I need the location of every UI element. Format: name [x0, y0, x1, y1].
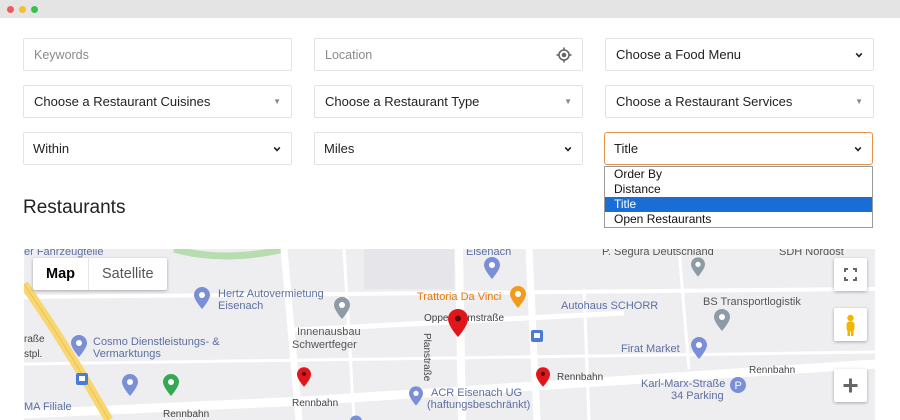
units-value: Miles	[324, 141, 355, 156]
street-label: Rennbahn	[749, 365, 796, 376]
map-label: MA Filiale	[24, 401, 72, 413]
map-label: BS Transportlogistik	[703, 296, 801, 308]
fullscreen-button[interactable]	[834, 258, 867, 291]
street-label: stpl.	[24, 349, 43, 360]
car-pin-icon[interactable]	[194, 287, 210, 309]
zoom-in-button[interactable]	[834, 369, 867, 402]
food-menu-select[interactable]: Choose a Food Menu	[605, 38, 874, 71]
order-option-selected[interactable]: Title	[605, 197, 872, 212]
chevron-down-icon	[855, 52, 863, 58]
restaurant-type-select[interactable]: Choose a Restaurant Type ▼	[314, 85, 583, 118]
place-pin-icon[interactable]	[349, 414, 363, 420]
place-pin-icon[interactable]	[334, 297, 350, 319]
crosshair-icon[interactable]	[556, 47, 572, 63]
units-select[interactable]: Miles	[314, 132, 583, 165]
food-menu-value: Choose a Food Menu	[616, 47, 742, 62]
bus-stop-icon[interactable]	[531, 330, 543, 342]
restaurant-services-value: Choose a Restaurant Services	[616, 94, 793, 109]
cuisines-select[interactable]: Choose a Restaurant Cuisines ▼	[23, 85, 292, 118]
street-label: Rennbahn	[292, 398, 339, 409]
section-title: Restaurants	[23, 197, 126, 218]
map-label: Cosmo Dienstleistungs- &	[93, 336, 220, 348]
restaurant-marker-icon[interactable]	[297, 367, 311, 387]
restaurant-services-select[interactable]: Choose a Restaurant Services ▼	[605, 85, 874, 118]
bus-stop-icon[interactable]	[76, 373, 88, 385]
maximize-window-dot[interactable]	[31, 6, 38, 13]
map-label: er Fahrzeugteile	[24, 249, 104, 258]
shopping-pin-icon[interactable]	[122, 374, 138, 396]
street-view-button[interactable]	[834, 308, 867, 341]
window-titlebar	[0, 0, 900, 18]
restaurant-marker-icon[interactable]	[536, 367, 550, 387]
location-placeholder: Location	[325, 47, 373, 62]
minimize-window-dot[interactable]	[19, 6, 26, 13]
close-window-dot[interactable]	[7, 6, 14, 13]
car-pin-icon[interactable]	[409, 386, 423, 406]
street-label: Planstraße	[421, 333, 432, 382]
park-pin-icon[interactable]	[163, 374, 179, 396]
map-label: ACR Eisenach UG	[431, 387, 523, 399]
map-type-map-button[interactable]: Map	[33, 258, 88, 290]
shopping-pin-icon[interactable]	[71, 335, 87, 357]
map-label: Hertz Autovermietung	[218, 288, 324, 300]
svg-text:P: P	[735, 380, 742, 392]
keywords-input[interactable]: Keywords	[23, 38, 292, 71]
chevron-down-icon	[854, 146, 862, 152]
order-option[interactable]: Order By	[605, 167, 872, 182]
shopping-pin-icon[interactable]	[484, 257, 500, 279]
map-label: SDH Nordost	[779, 249, 844, 258]
restaurant-pin-icon[interactable]	[510, 286, 526, 308]
order-by-select[interactable]: Title	[604, 132, 873, 165]
map-label: Vermarktungs	[93, 348, 161, 360]
map-label: (haftungsbeschränkt)	[427, 399, 531, 411]
map-label: Eisenach	[218, 300, 264, 312]
keywords-placeholder: Keywords	[34, 47, 89, 62]
within-select[interactable]: Within	[23, 132, 292, 165]
street-label: Rennbahn	[163, 409, 210, 420]
chevron-down-icon	[564, 146, 572, 152]
order-by-dropdown: Order By Distance Title Open Restaurants	[604, 166, 873, 228]
plus-icon	[843, 378, 858, 393]
parking-icon[interactable]: P	[730, 377, 746, 393]
map-label: Innenausbau	[297, 326, 361, 338]
restaurant-marker-icon[interactable]	[448, 309, 468, 337]
map-label: Trattoria Da Vinci	[417, 291, 502, 303]
street-label: raße	[24, 334, 45, 345]
place-pin-icon[interactable]	[691, 257, 705, 277]
chevron-down-icon	[273, 146, 281, 152]
order-option[interactable]: Open Restaurants	[605, 212, 872, 227]
caret-down-icon: ▼	[564, 97, 572, 106]
map-label: Autohaus SCHORR	[561, 300, 659, 312]
order-by-value: Title	[614, 141, 639, 156]
map-label: 34 Parking	[671, 390, 724, 402]
caret-down-icon: ▼	[855, 97, 863, 106]
pegman-icon	[846, 314, 855, 336]
map-label: Schwertfeger	[292, 339, 357, 351]
shopping-pin-icon[interactable]	[691, 337, 707, 359]
caret-down-icon: ▼	[273, 97, 281, 106]
street-label: Rennbahn	[557, 372, 604, 383]
map-view[interactable]: Map Satellite er Fahrzeugteile Eisenach …	[24, 249, 875, 420]
location-input[interactable]: Location	[314, 38, 583, 71]
map-type-control: Map Satellite	[33, 258, 167, 290]
map-label: Firat Market	[621, 343, 680, 355]
fullscreen-icon	[844, 268, 857, 281]
restaurant-type-value: Choose a Restaurant Type	[325, 94, 480, 109]
cuisines-value: Choose a Restaurant Cuisines	[34, 94, 211, 109]
map-label: Karl-Marx-Straße	[641, 378, 726, 390]
within-value: Within	[33, 141, 70, 156]
place-pin-icon[interactable]	[714, 309, 730, 331]
map-type-satellite-button[interactable]: Satellite	[88, 258, 167, 290]
order-option[interactable]: Distance	[605, 182, 872, 197]
